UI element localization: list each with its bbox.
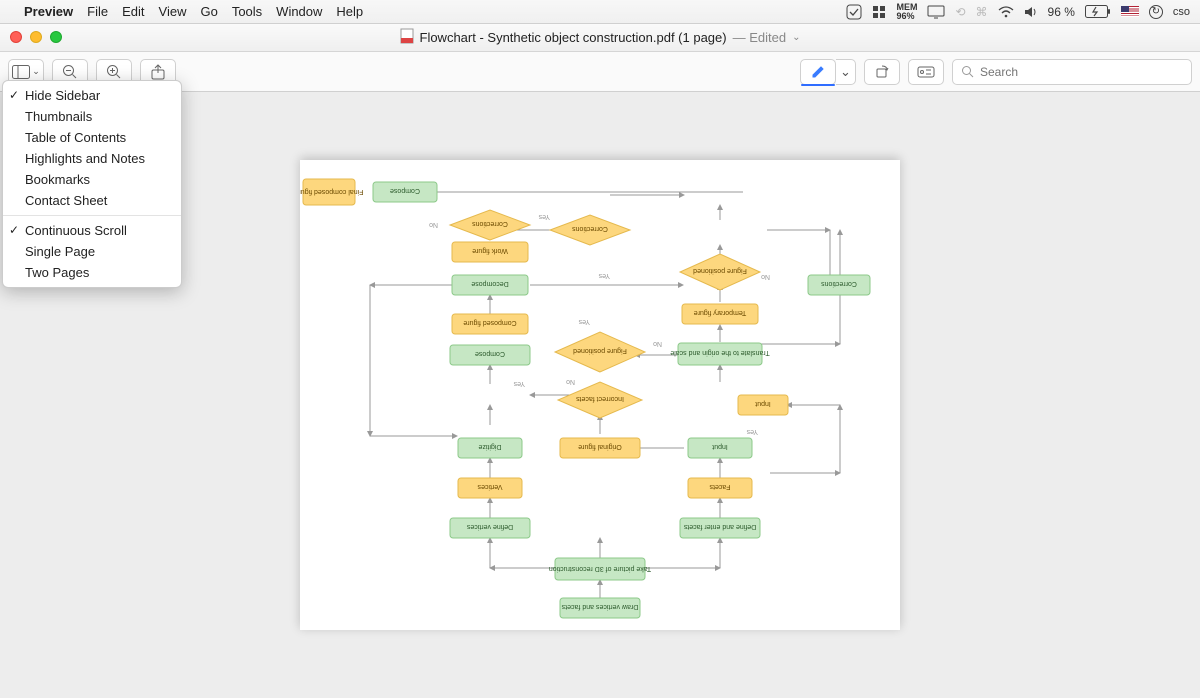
svg-text:No: No [653, 340, 662, 347]
svg-text:Input: Input [755, 400, 771, 407]
mem-indicator[interactable]: MEM96% [896, 3, 917, 21]
menu-bookmarks[interactable]: Bookmarks [3, 169, 181, 190]
svg-text:Temporary figure: Temporary figure [694, 309, 747, 316]
menu-hide-sidebar[interactable]: Hide Sidebar [3, 85, 181, 106]
svg-text:Yes: Yes [538, 213, 550, 220]
svg-text:Final composed figure: Final composed figure [300, 188, 363, 195]
svg-text:Yes: Yes [746, 428, 758, 435]
svg-text:Digitize: Digitize [478, 443, 501, 450]
svg-text:No: No [429, 221, 438, 228]
menu-continuous-scroll[interactable]: Continuous Scroll [3, 220, 181, 241]
menu-toc[interactable]: Table of Contents [3, 127, 181, 148]
svg-text:Yes: Yes [513, 380, 525, 387]
window-controls [10, 31, 62, 43]
minimize-button[interactable] [30, 31, 42, 43]
svg-text:Define vertices: Define vertices [466, 523, 513, 530]
form-button[interactable] [908, 59, 944, 85]
svg-text:Composed figure: Composed figure [463, 319, 516, 326]
sync-icon[interactable]: ↻ [1149, 5, 1163, 19]
fullscreen-button[interactable] [50, 31, 62, 43]
flag-us-icon[interactable] [1121, 6, 1139, 17]
svg-text:No: No [761, 273, 770, 280]
svg-text:Compose: Compose [390, 187, 420, 194]
svg-text:Corrections: Corrections [821, 280, 857, 287]
menu-view[interactable]: View [159, 4, 187, 19]
svg-text:Incorrect facets: Incorrect facets [576, 395, 624, 402]
svg-text:Draw vertices and facets: Draw vertices and facets [561, 603, 638, 610]
battery-icon[interactable] [1085, 5, 1111, 18]
rotate-button[interactable] [864, 59, 900, 85]
menu-help[interactable]: Help [336, 4, 363, 19]
user-label[interactable]: cso [1173, 6, 1190, 18]
menu-file[interactable]: File [87, 4, 108, 19]
search-icon [961, 65, 974, 78]
document-edited-label: — Edited [733, 30, 787, 45]
bluetooth-icon[interactable]: ⌘ [976, 5, 988, 19]
svg-text:Decompose: Decompose [471, 280, 508, 287]
flowchart-svg: Draw vertices and facets Take picture of… [300, 160, 900, 630]
svg-text:No: No [566, 378, 575, 385]
menu-thumbnails[interactable]: Thumbnails [3, 106, 181, 127]
svg-text:Original figure: Original figure [578, 443, 622, 450]
sidebar-view-menu: Hide Sidebar Thumbnails Table of Content… [2, 80, 182, 288]
markup-button[interactable] [800, 59, 836, 85]
svg-text:Figure positioned: Figure positioned [693, 267, 747, 274]
pdf-page: Draw vertices and facets Take picture of… [300, 160, 900, 630]
svg-text:Yes: Yes [578, 318, 590, 325]
menu-two-pages[interactable]: Two Pages [3, 262, 181, 283]
search-input[interactable] [980, 65, 1183, 79]
svg-text:Vertices: Vertices [477, 483, 502, 490]
close-button[interactable] [10, 31, 22, 43]
svg-text:Work figure: Work figure [472, 247, 508, 254]
svg-text:Compose: Compose [475, 350, 505, 357]
screen-mirror-icon[interactable] [927, 5, 945, 19]
volume-icon[interactable] [1024, 6, 1038, 18]
window-titlebar: Flowchart - Synthetic object constructio… [0, 24, 1200, 52]
menu-single-page[interactable]: Single Page [3, 241, 181, 262]
menu-go[interactable]: Go [200, 4, 217, 19]
search-field[interactable] [952, 59, 1192, 85]
menu-highlights-notes[interactable]: Highlights and Notes [3, 148, 181, 169]
svg-text:Yes: Yes [598, 272, 610, 279]
svg-text:Take picture of 3D reconstruct: Take picture of 3D reconstruction [549, 565, 651, 572]
menu-edit[interactable]: Edit [122, 4, 144, 19]
time-machine-icon[interactable]: ⟲ [955, 5, 965, 19]
app-name[interactable]: Preview [24, 4, 73, 19]
svg-text:Corrections: Corrections [472, 220, 508, 227]
battery-percentage: 96 % [1048, 5, 1075, 19]
menu-contact-sheet[interactable]: Contact Sheet [3, 190, 181, 211]
document-title: Flowchart - Synthetic object constructio… [420, 30, 727, 45]
svg-text:Translate to the origin and sc: Translate to the origin and scale [670, 349, 769, 356]
wifi-icon[interactable] [998, 6, 1014, 18]
menu-window[interactable]: Window [276, 4, 322, 19]
grid-icon[interactable] [872, 5, 886, 19]
svg-text:Corrections: Corrections [572, 225, 608, 232]
svg-text:Input: Input [712, 443, 728, 450]
markup-dropdown-button[interactable]: ⌄ [836, 59, 856, 85]
title-chevron-icon[interactable]: ⌄ [792, 32, 800, 43]
svg-text:Figure positioned: Figure positioned [573, 347, 627, 354]
svg-text:Define and enter facets: Define and enter facets [683, 523, 756, 530]
system-menubar: Preview File Edit View Go Tools Window H… [0, 0, 1200, 24]
svg-text:Facets: Facets [709, 483, 731, 490]
menu-tools[interactable]: Tools [232, 4, 262, 19]
pdf-icon [400, 28, 414, 47]
checkmark-circle-icon[interactable] [846, 4, 862, 20]
